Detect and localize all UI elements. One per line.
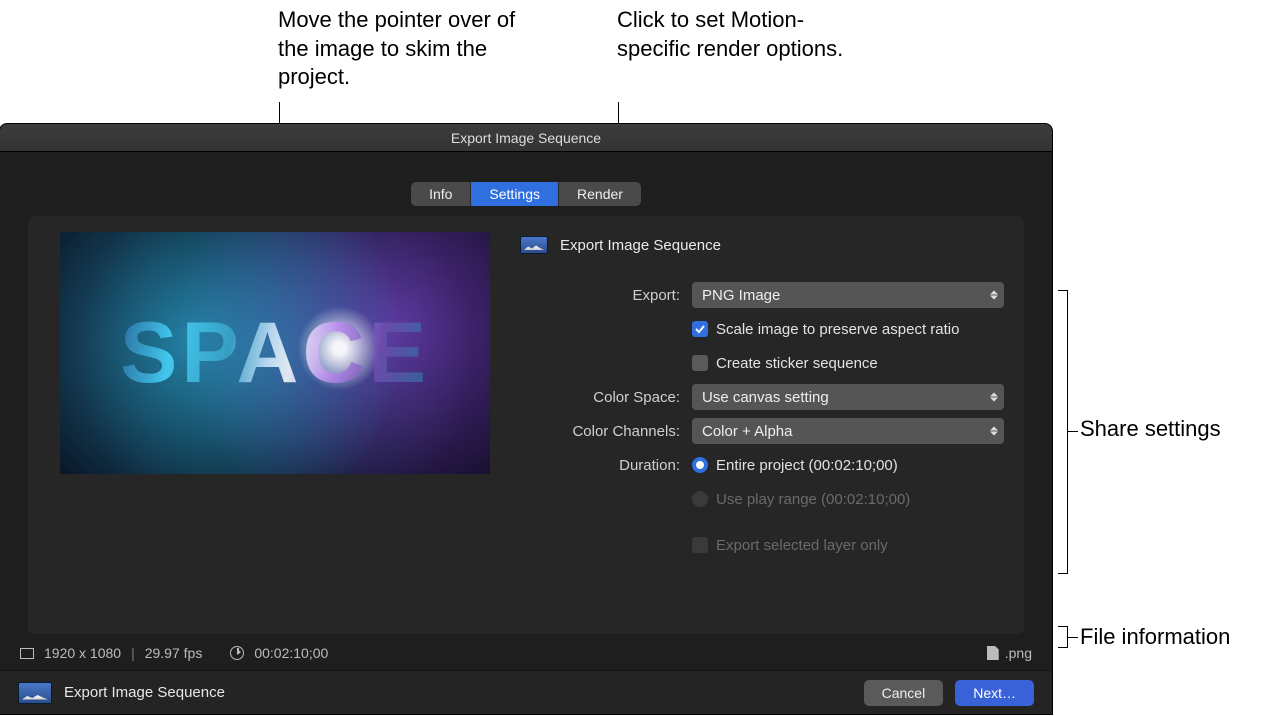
status-right: .png [987, 645, 1032, 661]
row-duration-entire: Duration: Entire project (00:02:10;00) [520, 448, 1006, 482]
dialog-body: SPACE Export Image Sequence Export: PNG … [28, 216, 1024, 634]
annotation-share-settings: Share settings [1080, 416, 1221, 442]
popup-export-value: PNG Image [702, 287, 780, 304]
radio-duration-range-label: Use play range (00:02:10;00) [716, 491, 910, 508]
row-export-selected: . Export selected layer only [520, 528, 1006, 562]
checkbox-scale-label: Scale image to preserve aspect ratio [716, 321, 959, 338]
tab-settings[interactable]: Settings [471, 182, 559, 206]
tab-render[interactable]: Render [559, 182, 641, 206]
panel-header: Export Image Sequence [520, 236, 721, 254]
status-fps: 29.97 fps [145, 645, 203, 661]
status-separator: | [131, 645, 135, 661]
annotation-preview: Move the pointer over of the image to sk… [278, 6, 538, 92]
row-colorspace: Color Space: Use canvas setting [520, 380, 1006, 414]
radio-duration-range [692, 491, 708, 507]
tab-info[interactable]: Info [411, 182, 471, 206]
cancel-button[interactable]: Cancel [864, 680, 944, 706]
label-duration: Duration: [520, 457, 692, 474]
document-icon [987, 646, 999, 660]
status-dimensions: 1920 x 1080 [44, 645, 121, 661]
row-duration-range: . Use play range (00:02:10;00) [520, 482, 1006, 516]
radio-duration-entire[interactable] [692, 457, 708, 473]
tab-bar: Info Settings Render [0, 152, 1052, 206]
popup-colorspace[interactable]: Use canvas setting [692, 384, 1004, 410]
chevron-updown-icon [990, 393, 998, 402]
export-dialog: Export Image Sequence Info Settings Rend… [0, 124, 1052, 714]
bracket-file-line [1068, 637, 1078, 638]
status-extension: .png [1005, 645, 1032, 661]
tab-segment: Info Settings Render [411, 182, 641, 206]
action-bar-icon [18, 682, 52, 704]
chevron-updown-icon [990, 291, 998, 300]
row-sticker: . Create sticker sequence [520, 346, 1006, 380]
row-scale: . Scale image to preserve aspect ratio [520, 312, 1006, 346]
preview-text: SPACE [120, 304, 430, 403]
row-export: Export: PNG Image [520, 278, 1006, 312]
window-title: Export Image Sequence [0, 124, 1052, 152]
dimensions-icon [20, 648, 34, 659]
bracket-share-settings [1058, 290, 1068, 574]
status-bar: 1920 x 1080 | 29.97 fps 00:02:10;00 .png [0, 636, 1052, 670]
chevron-updown-icon [990, 427, 998, 436]
checkbox-sticker-label: Create sticker sequence [716, 355, 878, 372]
radio-duration-entire-label: Entire project (00:02:10;00) [716, 457, 898, 474]
label-colorspace: Color Space: [520, 389, 692, 406]
popup-channels-value: Color + Alpha [702, 423, 792, 440]
action-bar: Export Image Sequence Cancel Next… [0, 670, 1052, 714]
share-destination-icon [520, 236, 548, 254]
popup-export-format[interactable]: PNG Image [692, 282, 1004, 308]
panel-title: Export Image Sequence [560, 237, 721, 254]
annotation-file-info: File information [1080, 624, 1230, 650]
preview-text-layer: SPACE [60, 232, 490, 474]
checkbox-export-selected-label: Export selected layer only [716, 537, 888, 554]
action-bar-title: Export Image Sequence [64, 684, 225, 701]
checkbox-scale-aspect[interactable] [692, 321, 708, 337]
settings-form: Export: PNG Image . Scale image to prese… [520, 278, 1006, 562]
popup-channels[interactable]: Color + Alpha [692, 418, 1004, 444]
checkbox-sticker[interactable] [692, 355, 708, 371]
checkbox-export-selected [692, 537, 708, 553]
clock-icon [230, 646, 244, 660]
next-button[interactable]: Next… [955, 680, 1034, 706]
bracket-share-line [1068, 431, 1078, 432]
bracket-file-info [1058, 626, 1068, 648]
status-time: 00:02:10;00 [254, 645, 328, 661]
label-export: Export: [520, 287, 692, 304]
project-preview[interactable]: SPACE [60, 232, 490, 474]
annotation-render: Click to set Motion-specific render opti… [617, 6, 877, 63]
label-channels: Color Channels: [520, 423, 692, 440]
popup-colorspace-value: Use canvas setting [702, 389, 829, 406]
row-channels: Color Channels: Color + Alpha [520, 414, 1006, 448]
